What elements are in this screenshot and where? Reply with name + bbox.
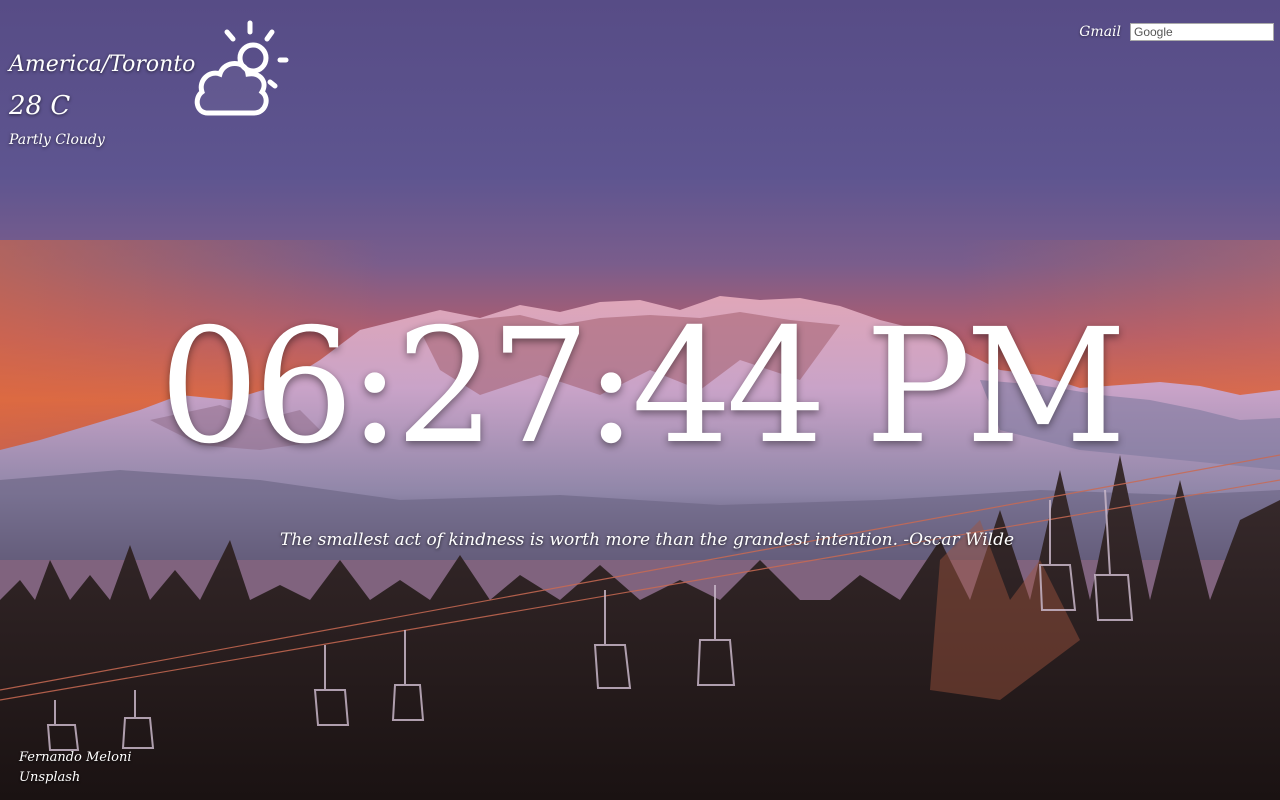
photographer-link[interactable]: Fernando Meloni xyxy=(19,748,132,768)
unsplash-link[interactable]: Unsplash xyxy=(19,768,132,788)
photo-credit: Fernando Meloni Unsplash xyxy=(19,748,132,788)
google-search-input[interactable] xyxy=(1130,23,1274,41)
weather-condition: Partly Cloudy xyxy=(9,132,105,148)
weather-widget: America/Toronto 28 C Partly Cloudy xyxy=(9,50,195,148)
gmail-link[interactable]: Gmail xyxy=(1079,24,1121,40)
weather-temperature: 28 C xyxy=(9,91,71,121)
clock-display: 06:27:44 PM xyxy=(159,295,1127,479)
partly-cloudy-icon xyxy=(194,20,289,116)
quote-text: The smallest act of kindness is worth mo… xyxy=(279,530,1015,550)
top-right-links: Gmail xyxy=(1079,23,1274,41)
weather-location: America/Toronto xyxy=(9,52,196,77)
